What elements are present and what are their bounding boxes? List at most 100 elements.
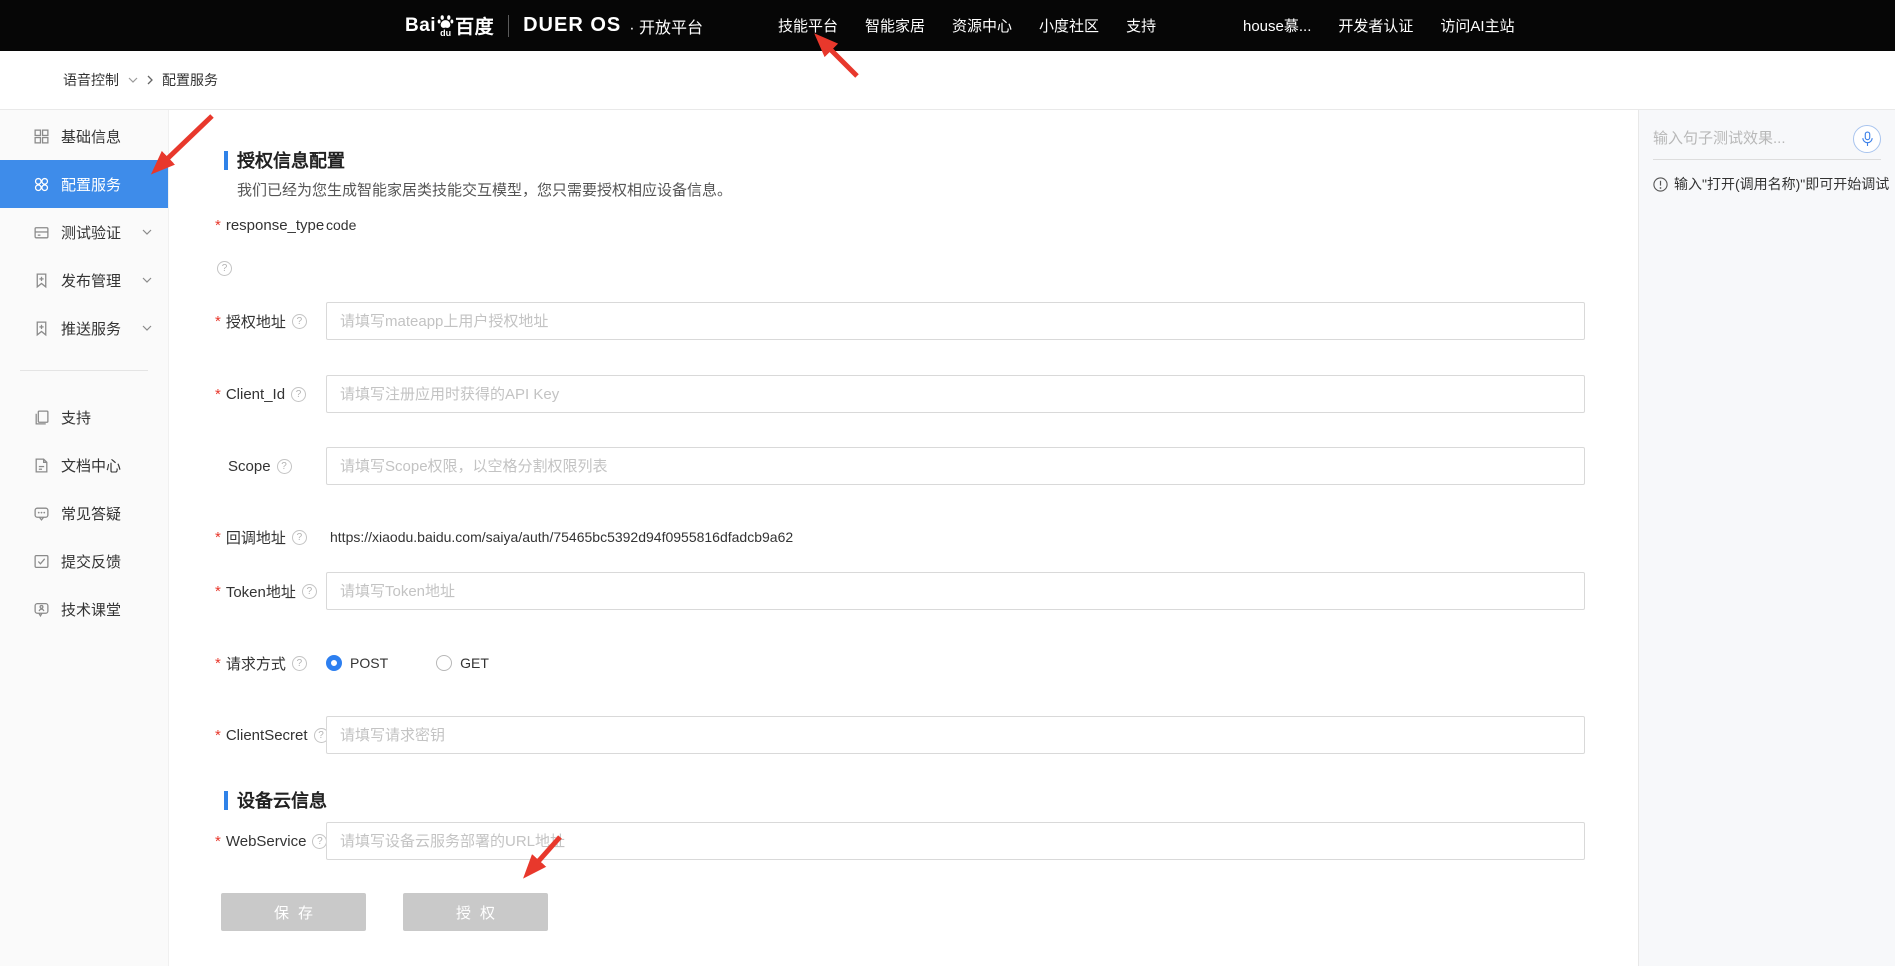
authorize-button[interactable]: 授权 [403, 893, 548, 931]
nav-item-skill-platform[interactable]: 技能平台 [778, 15, 838, 36]
chevron-down-icon [142, 325, 152, 331]
breadcrumb-parent[interactable]: 语音控制 [63, 70, 119, 90]
radio-post-label[interactable]: POST [350, 655, 388, 671]
sidebar-item-label: 基础信息 [61, 126, 121, 147]
logo-bai-text: Bai [405, 15, 436, 37]
radio-post[interactable] [326, 655, 342, 671]
token-url-input[interactable] [326, 572, 1585, 610]
page: Bai du 百度 DUER OS · 开放平台 技能平台 智能家居 资源中心 … [0, 0, 1895, 966]
top-navbar: Bai du 百度 DUER OS · 开放平台 技能平台 智能家居 资源中心 … [0, 0, 1895, 51]
save-button[interactable]: 保存 [221, 893, 366, 931]
sidebar-item-faq[interactable]: 常见答疑 [0, 489, 168, 537]
sidebar-item-support[interactable]: 支持 [0, 393, 168, 441]
response-type-help-row: ? [217, 249, 232, 287]
section-description: 我们已经为您生成智能家居类技能交互模型，您只需要授权相应设备信息。 [237, 179, 732, 200]
help-icon[interactable]: ? [292, 314, 307, 329]
field-label: Token地址 [226, 581, 296, 602]
field-label: 授权地址 [226, 311, 286, 332]
help-icon[interactable]: ? [292, 656, 307, 671]
nav-item-xiaodu-community[interactable]: 小度社区 [1039, 15, 1099, 36]
scope-input[interactable] [326, 447, 1585, 485]
response-type-value: code [326, 217, 356, 233]
nav-item-visit-ai-site[interactable]: 访问AI主站 [1440, 15, 1514, 36]
request-method-radios: POST GET [326, 655, 529, 671]
sidebar-item-label: 配置服务 [61, 174, 121, 195]
field-scope: Scope ? [215, 447, 1585, 485]
nav-item-support[interactable]: 支持 [1126, 15, 1156, 36]
required-asterisk: * [215, 655, 221, 672]
web-service-input[interactable] [326, 822, 1585, 860]
required-asterisk: * [215, 313, 221, 330]
required-asterisk: * [215, 386, 221, 403]
main-content: 授权信息配置 我们已经为您生成智能家居类技能交互模型，您只需要授权相应设备信息。… [169, 110, 1638, 966]
sidebar-item-publish-manage[interactable]: 发布管理 [0, 256, 168, 304]
chevron-down-icon [142, 229, 152, 235]
logo-cn-text: 百度 [455, 12, 494, 39]
document-icon [33, 457, 50, 474]
help-icon[interactable]: ? [291, 387, 306, 402]
microphone-button[interactable] [1853, 125, 1881, 153]
user-account[interactable]: house慕... [1243, 15, 1311, 36]
sidebar-item-label: 支持 [61, 407, 91, 428]
test-card-icon [33, 224, 50, 241]
dueros-brand: DUER OS [523, 14, 621, 37]
required-asterisk: * [215, 833, 221, 850]
help-icon[interactable]: ? [277, 459, 292, 474]
sidebar-item-test-verify[interactable]: 测试验证 [0, 208, 168, 256]
required-asterisk: * [215, 217, 221, 234]
sidebar-item-label: 文档中心 [61, 455, 121, 476]
test-sentence-input[interactable] [1653, 130, 1843, 147]
section-title-auth: 授权信息配置 [224, 147, 345, 173]
chevron-down-icon[interactable] [128, 77, 138, 83]
platform-suffix: · 开放平台 [629, 14, 703, 38]
auth-url-input[interactable] [326, 302, 1585, 340]
help-icon[interactable]: ? [292, 530, 307, 545]
help-icon[interactable]: ? [302, 584, 317, 599]
sidebar-item-label: 发布管理 [61, 270, 121, 291]
chat-dots-icon [33, 505, 50, 522]
radio-get[interactable] [436, 655, 452, 671]
sidebar-item-config-service[interactable]: 配置服务 [0, 160, 168, 208]
sidebar-item-label: 提交反馈 [61, 551, 121, 572]
radio-get-label[interactable]: GET [460, 655, 489, 671]
nav-item-resource-center[interactable]: 资源中心 [952, 15, 1012, 36]
grid-icon [33, 128, 50, 145]
clover-icon [33, 176, 50, 193]
field-auth-url: * 授权地址 ? [215, 302, 1585, 340]
help-icon[interactable]: ? [217, 261, 232, 276]
classroom-bubble-icon [33, 601, 50, 618]
client-id-input[interactable] [326, 375, 1585, 413]
field-response-type: * response_type code [215, 206, 356, 244]
field-request-method: * 请求方式 ? POST GET [215, 644, 529, 682]
sidebar-item-doc-center[interactable]: 文档中心 [0, 441, 168, 489]
test-tip-text: 输入"打开(调用名称)"即可开始调试 [1674, 174, 1889, 194]
sidebar-item-label: 测试验证 [61, 222, 121, 243]
sidebar-item-feedback[interactable]: 提交反馈 [0, 537, 168, 585]
nav-item-developer-cert[interactable]: 开发者认证 [1338, 15, 1413, 36]
baidu-dueros-logo[interactable]: Bai du 百度 DUER OS · 开放平台 [405, 0, 703, 51]
field-label: response_type [226, 217, 324, 234]
required-asterisk: * [215, 727, 221, 744]
field-client-id: * Client_Id ? [215, 375, 1585, 413]
microphone-icon [1861, 131, 1874, 147]
section-title-device-cloud: 设备云信息 [224, 787, 327, 813]
section-title-bar [224, 791, 228, 810]
field-label: Scope [228, 458, 271, 475]
field-label: WebService [226, 833, 307, 850]
sidebar-item-label: 常见答疑 [61, 503, 121, 524]
field-client-secret: * ClientSecret ? [215, 716, 1585, 754]
copy-icon [33, 409, 50, 426]
field-label: ClientSecret [226, 727, 308, 744]
sidebar-item-label: 推送服务 [61, 318, 121, 339]
field-label: 回调地址 [226, 527, 286, 548]
nav-item-smart-home[interactable]: 智能家居 [865, 15, 925, 36]
sidebar-item-basic-info[interactable]: 基础信息 [0, 112, 168, 160]
breadcrumb: 语音控制 配置服务 [0, 51, 1895, 110]
client-secret-input[interactable] [326, 716, 1585, 754]
sidebar-item-push-service[interactable]: 推送服务 [0, 304, 168, 352]
breadcrumb-separator-icon [147, 75, 153, 85]
sidebar: 基础信息 配置服务 测试验证 [0, 110, 169, 966]
logo-du-text: du [440, 29, 451, 37]
sidebar-divider [20, 370, 148, 371]
sidebar-item-tech-class[interactable]: 技术课堂 [0, 585, 168, 633]
